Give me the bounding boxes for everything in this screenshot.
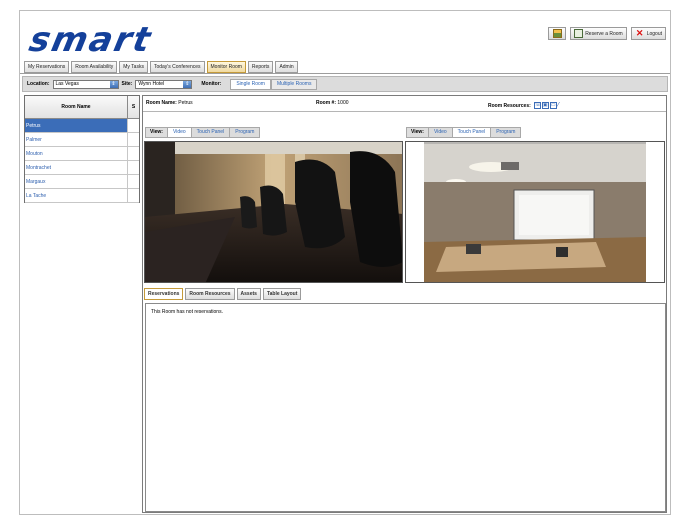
microphone-icon[interactable]: ⁄ bbox=[558, 102, 559, 109]
touch-panel-view-button[interactable]: Touch Panel bbox=[191, 127, 231, 138]
logout-icon: ✕ bbox=[635, 28, 644, 38]
tab-room-availability[interactable]: Room Availability bbox=[71, 61, 118, 73]
tab-room-resources[interactable]: Room Resources bbox=[185, 288, 235, 300]
room-status bbox=[128, 161, 139, 174]
video-feed-right[interactable] bbox=[405, 141, 665, 283]
room-status bbox=[128, 175, 139, 188]
site-dropdown-icon: ⇕ bbox=[183, 80, 192, 88]
tab-my-tasks[interactable]: My Tasks bbox=[119, 61, 148, 73]
tab-monitor-room[interactable]: Monitor Room bbox=[206, 61, 246, 73]
video-view-button[interactable]: Video bbox=[167, 127, 192, 138]
room-name: La Tache bbox=[25, 189, 128, 202]
video-view-button[interactable]: Video bbox=[428, 127, 453, 138]
tab-todays-conferences[interactable]: Today's Conferences bbox=[149, 61, 205, 73]
room-row[interactable]: Palmer bbox=[25, 133, 139, 147]
monitor-mode-toggle: Single Room Multiple Rooms bbox=[230, 78, 318, 90]
touch-panel-view-button[interactable]: Touch Panel bbox=[452, 127, 492, 138]
site-select[interactable]: Wynn Hotel ⇕ bbox=[135, 79, 193, 89]
user-icon bbox=[552, 29, 562, 38]
camera-icon[interactable]: ▣ bbox=[541, 102, 549, 109]
tab-divider bbox=[20, 73, 670, 74]
reservations-content: This Room has not reservations. bbox=[145, 303, 666, 512]
room-number-info: Room #: 1000 bbox=[316, 100, 349, 106]
program-view-button[interactable]: Program bbox=[491, 127, 522, 138]
room-name-value: Petrus bbox=[178, 100, 193, 106]
room-number-value: 1000 bbox=[337, 100, 349, 106]
status-column-header[interactable]: S bbox=[128, 96, 139, 118]
program-view-button[interactable]: Program bbox=[230, 127, 261, 138]
room-list: Room Name S Petrus Palmer Mouton Montrac… bbox=[24, 95, 140, 203]
room-status bbox=[128, 147, 139, 160]
location-dropdown-icon: ⇕ bbox=[109, 80, 118, 88]
view-label: View: bbox=[145, 127, 168, 138]
location-value: Las Vegas bbox=[55, 81, 79, 87]
tab-assets[interactable]: Assets bbox=[236, 288, 261, 300]
logout-button[interactable]: ✕ Logout bbox=[630, 27, 666, 40]
tab-admin[interactable]: Admin bbox=[275, 61, 298, 73]
main-tabs: My Reservations Room Availability My Tas… bbox=[24, 61, 298, 73]
room-status bbox=[128, 119, 139, 132]
conference-room-camera-image bbox=[145, 142, 402, 282]
no-reservations-message: This Room has not reservations. bbox=[151, 309, 223, 315]
view-label: View: bbox=[406, 127, 429, 138]
user-profile-button[interactable] bbox=[548, 27, 567, 40]
calendar-icon bbox=[574, 29, 584, 38]
room-row[interactable]: La Tache bbox=[25, 189, 139, 203]
tab-table-layout[interactable]: Table Layout bbox=[262, 288, 302, 300]
smart-logo: smart bbox=[25, 20, 156, 60]
location-select[interactable]: Las Vegas ⇕ bbox=[52, 79, 119, 89]
room-name-info: Room Name: Petrus bbox=[146, 100, 193, 106]
tab-reports[interactable]: Reports bbox=[247, 61, 274, 73]
room-name-column-header[interactable]: Room Name bbox=[25, 96, 128, 118]
logout-label: Logout bbox=[646, 30, 662, 37]
room-resources-label: Room Resources: bbox=[488, 102, 531, 109]
reserve-room-button[interactable]: Reserve a Room bbox=[570, 27, 627, 40]
reserve-room-label: Reserve a Room bbox=[585, 30, 623, 37]
room-monitor-panel: Room Name: Petrus Room #: 1000 Room Reso… bbox=[142, 95, 667, 513]
detail-tabs: Reservations Room Resources Assets Table… bbox=[144, 288, 302, 300]
site-value: Wynn Hotel bbox=[138, 81, 165, 87]
room-status bbox=[128, 133, 139, 146]
room-resources-info: Room Resources: ☏ ▣ ▭ ⁄ bbox=[488, 102, 559, 109]
room-name: Palmer bbox=[25, 133, 128, 146]
filter-bar: Location: Las Vegas ⇕ Site: Wynn Hotel ⇕… bbox=[22, 76, 668, 92]
screen-icon[interactable]: ▭ bbox=[549, 102, 557, 109]
room-row[interactable]: Mouton bbox=[25, 147, 139, 161]
app-frame: smart Reserve a Room ✕ Logout My Reserva… bbox=[19, 10, 671, 515]
room-row[interactable]: Petrus bbox=[25, 119, 139, 133]
room-status bbox=[128, 189, 139, 202]
room-row[interactable]: Margaux bbox=[25, 175, 139, 189]
video-feed-left[interactable] bbox=[144, 141, 403, 283]
room-name: Montrachet bbox=[25, 161, 128, 174]
multiple-rooms-button[interactable]: Multiple Rooms bbox=[270, 78, 318, 90]
phone-icon[interactable]: ☏ bbox=[533, 102, 541, 109]
monitor-label: Monitor: bbox=[201, 81, 222, 87]
location-label: Location: bbox=[27, 81, 50, 87]
view-bar-right: View: Video Touch Panel Program bbox=[406, 127, 522, 138]
room-name: Margaux bbox=[25, 175, 128, 188]
view-bar-left: View: Video Touch Panel Program bbox=[145, 127, 261, 138]
single-room-button[interactable]: Single Room bbox=[230, 78, 271, 90]
tab-my-reservations[interactable]: My Reservations bbox=[24, 61, 70, 73]
room-name: Petrus bbox=[25, 119, 128, 132]
conference-room-projector-image bbox=[406, 142, 664, 282]
room-name-label: Room Name: bbox=[146, 100, 177, 106]
site-label: Site: bbox=[121, 81, 133, 87]
room-info-bar: Room Name: Petrus Room #: 1000 Room Reso… bbox=[143, 96, 666, 112]
room-number-label: Room #: bbox=[316, 100, 336, 106]
room-name: Mouton bbox=[25, 147, 128, 160]
header-buttons: Reserve a Room ✕ Logout bbox=[548, 27, 666, 40]
room-row[interactable]: Montrachet bbox=[25, 161, 139, 175]
tab-reservations[interactable]: Reservations bbox=[144, 288, 184, 300]
room-resource-icons: ☏ ▣ ▭ ⁄ bbox=[533, 102, 559, 109]
room-list-header: Room Name S bbox=[25, 96, 139, 119]
